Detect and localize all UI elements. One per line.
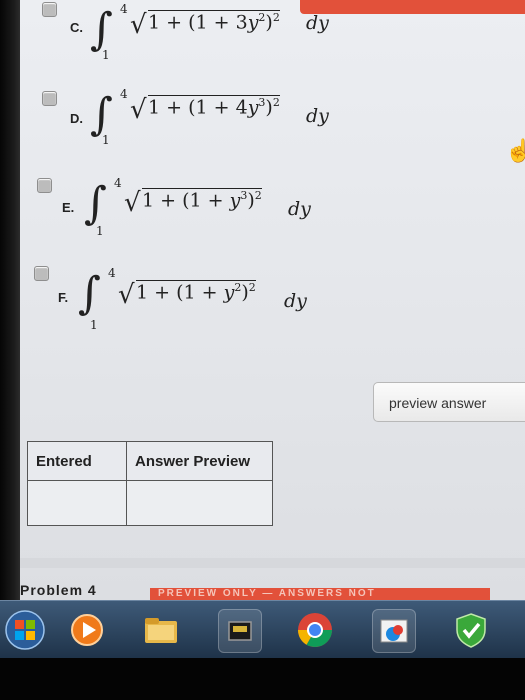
option-e-upper-limit: 4 <box>114 176 122 190</box>
option-e-inner-exp: 3 <box>240 189 248 202</box>
option-c-inner-exp: 2 <box>258 11 266 24</box>
option-e-dy: dy <box>288 198 311 220</box>
option-c-var: y <box>247 11 259 34</box>
option-c-outer-exp: 2 <box>272 11 280 24</box>
option-f-upper-limit: 4 <box>108 266 116 280</box>
option-f-lower-limit: 1 <box>90 318 98 332</box>
option-e-radicand: 1 + (1 + y3)2 <box>142 188 262 212</box>
option-d-radicand: 1 + (1 + 4y3)2 <box>148 95 280 119</box>
option-c-checkbox[interactable] <box>42 2 57 17</box>
chrome-icon[interactable] <box>294 609 336 651</box>
option-c-label: C. <box>70 20 83 35</box>
option-d-var: y <box>247 96 259 119</box>
option-c-dy: dy <box>306 12 329 34</box>
option-e-checkbox[interactable] <box>37 178 52 193</box>
sqrt-icon: √ <box>130 10 147 40</box>
network-icon[interactable] <box>218 609 262 653</box>
option-d-upper-limit: 4 <box>120 87 128 101</box>
integral-icon: ∫ <box>78 268 101 319</box>
option-e-outer-exp: 2 <box>254 189 262 202</box>
integral-icon: ∫ <box>84 178 107 229</box>
option-d-lower-limit: 1 <box>102 133 110 147</box>
header-answer-preview: Answer Preview <box>126 441 273 481</box>
option-f-dy: dy <box>284 290 307 312</box>
preview-answer-button[interactable]: preview answer <box>373 382 525 422</box>
hand-pointer-icon: ☝ <box>505 138 525 163</box>
option-d-checkbox[interactable] <box>42 91 57 106</box>
header-entered: Entered <box>27 441 127 481</box>
windows-start-icon[interactable] <box>4 609 46 651</box>
option-f-label: F. <box>58 290 69 305</box>
option-f-radicand: 1 + (1 + y2)2 <box>136 280 256 304</box>
answer-preview-cell <box>126 480 273 526</box>
option-d-inner-exp: 3 <box>258 96 266 109</box>
preview-only-banner: PREVIEW ONLY — ANSWERS NOT <box>150 588 490 600</box>
browser-content: C. ∫ 4 1 √ 1 + (1 + 3y2)2 dy D. ∫ 4 1 √ … <box>20 0 525 600</box>
sqrt-icon: √ <box>130 95 147 125</box>
option-f-radicand-pre: 1 + (1 + <box>136 281 224 304</box>
option-c: C. ∫ 4 1 √ 1 + (1 + 3y2)2 dy <box>20 0 525 80</box>
option-d-dy: dy <box>306 105 329 127</box>
option-e-label: E. <box>62 200 75 215</box>
option-e-lower-limit: 1 <box>96 224 104 238</box>
option-f-inner-exp: 2 <box>234 281 242 294</box>
option-d-label: D. <box>70 111 83 126</box>
entered-cell <box>27 480 127 526</box>
answer-preview-table: Entered Answer Preview <box>27 441 273 526</box>
option-d-radicand-pre: 1 + (1 + 4 <box>148 96 248 119</box>
file-explorer-icon[interactable] <box>140 609 182 651</box>
option-f-outer-exp: 2 <box>248 281 256 294</box>
paint-icon[interactable] <box>372 609 416 653</box>
option-e-radicand-pre: 1 + (1 + <box>142 189 230 212</box>
option-f: F. ∫ 4 1 √ 1 + (1 + y2)2 dy <box>20 262 525 342</box>
option-d: D. ∫ 4 1 √ 1 + (1 + 4y3)2 dy <box>20 85 525 165</box>
sqrt-icon: √ <box>124 188 141 218</box>
monitor-bezel-bottom <box>0 658 525 700</box>
option-f-var: y <box>223 281 235 304</box>
option-c-upper-limit: 4 <box>120 2 128 16</box>
option-f-checkbox[interactable] <box>34 266 49 281</box>
section-divider <box>20 558 525 568</box>
option-c-radicand: 1 + (1 + 3y2)2 <box>148 10 280 34</box>
problem-heading: Problem 4 <box>20 582 97 598</box>
option-c-radicand-pre: 1 + (1 + 3 <box>148 11 248 34</box>
integral-icon: ∫ <box>90 4 113 55</box>
option-e-var: y <box>229 189 241 212</box>
windows-taskbar <box>0 600 525 659</box>
option-e: E. ∫ 4 1 √ 1 + (1 + y3)2 dy <box>20 172 525 252</box>
option-d-outer-exp: 2 <box>272 96 280 109</box>
media-player-icon[interactable] <box>66 609 108 651</box>
integral-icon: ∫ <box>90 89 113 140</box>
security-shield-icon[interactable] <box>450 609 492 651</box>
sqrt-icon: √ <box>118 280 135 310</box>
option-c-lower-limit: 1 <box>102 48 110 62</box>
table-row <box>27 480 273 526</box>
monitor-bezel <box>0 0 20 620</box>
